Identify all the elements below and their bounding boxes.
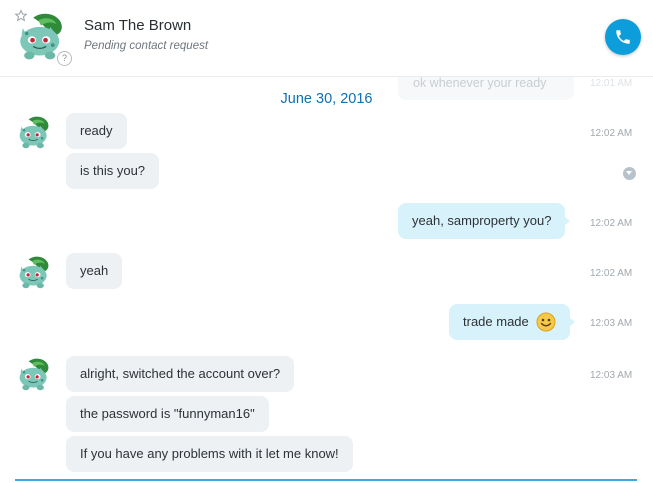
call-button[interactable] [605,19,641,55]
message-bubble[interactable]: alright, switched the account over? [66,356,295,392]
star-icon[interactable] [14,9,28,23]
message-text: the password is "funnyman16" [80,406,255,421]
message-timestamp: 12:02 AM [590,268,633,279]
help-icon: ? [57,51,72,66]
message-bubble[interactable]: the password is "funnyman16" [66,396,269,432]
message-timestamp: 12:03 AM [590,370,633,381]
message-timestamp: 12:03 AM [590,318,633,329]
message-bubble[interactable]: yeah [66,253,123,289]
ghost-timestamp: 12:01 AM [590,78,633,89]
message-text: ready [80,123,113,138]
message-bubble[interactable]: If you have any problems with it let me … [66,436,353,472]
contact-status: Pending contact request [84,40,209,52]
contact-avatar[interactable]: ? [14,9,72,66]
smiley-emoji-icon [536,312,556,332]
message-timestamp: 12:02 AM [590,128,633,139]
message-list[interactable]: ok whenever your ready 12:01 AM June 30,… [0,76,653,483]
phone-icon [616,30,630,44]
date-separator: June 30, 2016 [280,91,373,107]
message-text: trade made [463,314,529,329]
bubble-tail [569,317,576,327]
bubble-tail [564,216,571,226]
chevron-down-icon[interactable] [623,167,636,180]
conversation-header: ? Sam The Brown Pending contact request [0,0,653,77]
message-text: alright, switched the account over? [80,366,281,381]
message-bubble[interactable]: ready [66,113,127,149]
sender-avatar[interactable] [16,254,52,290]
message-text: yeah [80,263,109,278]
message-bubble[interactable]: is this you? [66,153,160,189]
contact-name[interactable]: Sam The Brown [84,17,191,34]
chat-window: ? Sam The Brown Pending contact request … [0,0,653,483]
sender-avatar[interactable] [16,114,52,150]
message-bubble-outgoing[interactable]: trade made [449,304,576,340]
message-text: yeah, samproperty you? [412,213,552,228]
message-timestamp: 12:02 AM [590,218,633,229]
message-text: If you have any problems with it let me … [80,446,339,461]
sender-avatar[interactable] [16,356,52,392]
composer-focus-line [15,479,637,481]
ghost-message: ok whenever your ready [413,76,547,90]
message-text: is this you? [80,163,146,178]
message-bubble-outgoing[interactable]: yeah, samproperty you? [398,203,571,239]
